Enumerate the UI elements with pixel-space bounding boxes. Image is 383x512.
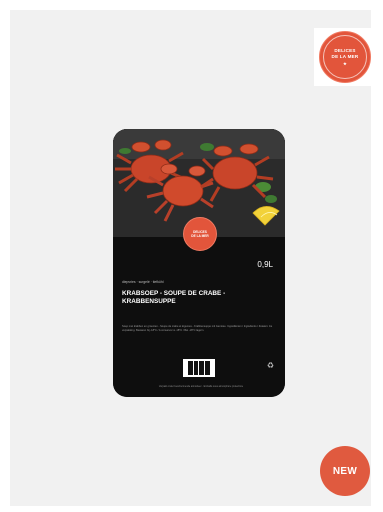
product-title: KRABSOEP - SOUPE DE CRABE - KRABBENSUPPE [122, 290, 226, 306]
product-storage-subtitle: diepvries · surgelé · tiefkühl [122, 280, 164, 284]
package-brand-seal: DELICES DE LA MER [183, 217, 217, 251]
star-icon: ★ [343, 60, 347, 66]
barcode-icon [183, 359, 215, 377]
product-fine-print: Soep met krabben en groenten - Soupe de … [122, 325, 273, 332]
recycle-icon: ♻ [266, 361, 274, 370]
product-footer-text: Verpakt onder beschermende atmosfeer · E… [158, 385, 244, 388]
product-package[interactable]: DELICES DE LA MER 0,9L diepvries · surge… [113, 129, 285, 397]
brand-seal-line2: DE LA MER [331, 53, 359, 59]
brand-logo: DELICES DE LA MER ★ [314, 28, 376, 86]
package-seal-line2: DE LA MER [191, 234, 209, 238]
brand-seal-icon: DELICES DE LA MER ★ [319, 31, 371, 83]
product-volume: 0,9L [257, 260, 273, 269]
new-badge: NEW [320, 446, 370, 496]
